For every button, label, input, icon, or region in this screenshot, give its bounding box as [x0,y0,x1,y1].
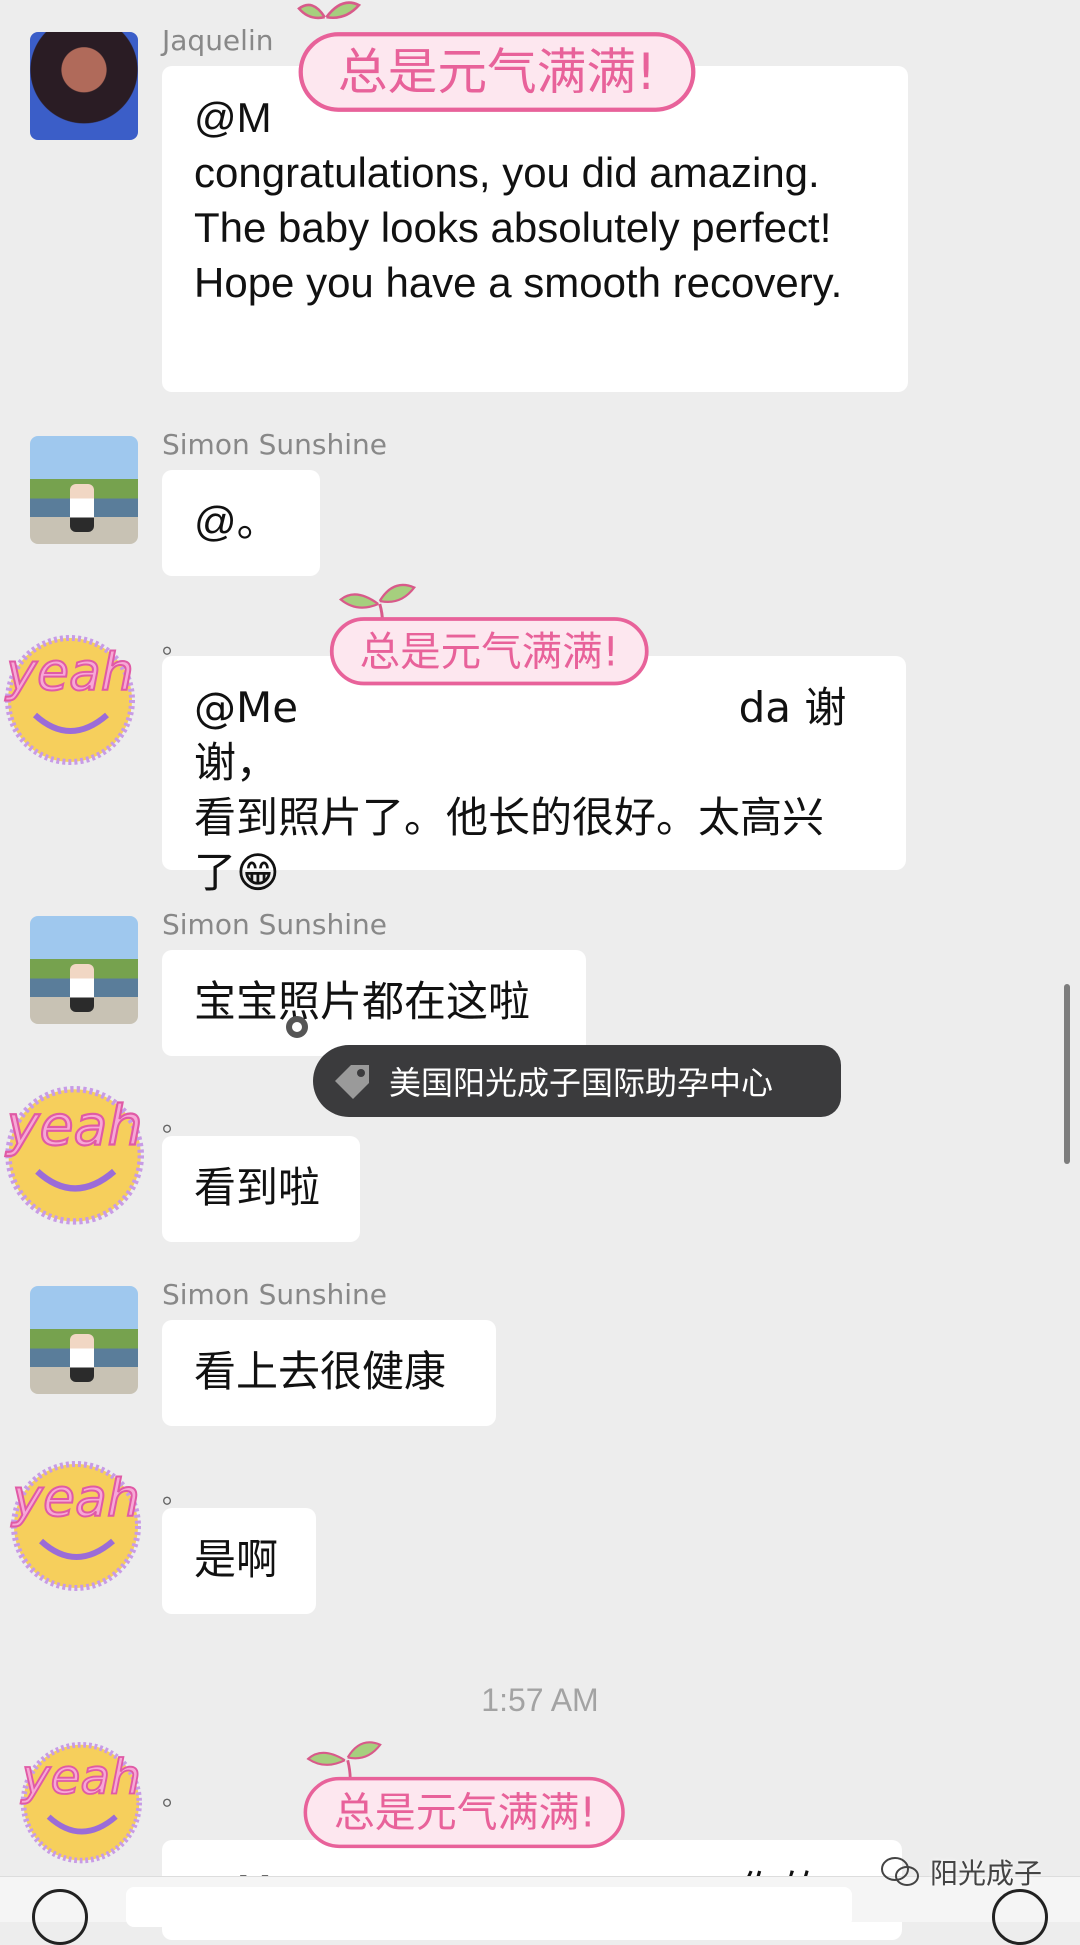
sticker-overlay: 总是元气满满! [297,1,696,112]
avatar-simon[interactable] [30,916,138,1024]
svg-text:总是元气满满!: 总是元气满满! [334,1789,596,1837]
svg-text:总是元气满满!: 总是元气满满! [338,43,656,101]
avatar-simon[interactable] [30,1286,138,1394]
avatar-simon[interactable] [30,436,138,544]
emoji-icon[interactable] [992,1889,1048,1945]
timestamp: 1:57 AM [481,1682,599,1718]
scrollbar[interactable] [1064,984,1070,1164]
watermark-label: 阳光成子 [929,1857,1042,1890]
yeah-smiley-sticker: yeah [19,1742,142,1864]
sender-name: 。 [162,1108,189,1138]
message-bubble[interactable]: 看上去很健康 [162,1320,496,1426]
message-bubble[interactable]: 看到啦 [162,1136,360,1242]
watermark: 阳光成子 [880,1852,1042,1892]
location-tag[interactable]: 美国阳光成子国际助孕中心 [313,1045,841,1117]
message-bubble[interactable]: 宝宝照片都在这啦 [162,950,586,1056]
sticker-overlay: 总是元气满满! [303,1741,625,1849]
tag-anchor-dot [286,1016,308,1038]
sender-name: Simon Sunshine [162,428,387,461]
wechat-logo-icon [880,1857,919,1886]
message-input[interactable] [126,1887,852,1927]
sticker-overlay: 总是元气满满! [329,583,649,686]
svg-text:yeah: yeah [10,1469,140,1529]
yeah-smiley-sticker: yeah [4,1086,144,1225]
svg-text:总是元气满满!: 总是元气满满! [360,628,619,676]
tag-label: 美国阳光成子国际助孕中心 [389,1064,774,1102]
tag-icon [335,1065,369,1099]
chat-area: Jaquelin @M congratulations, you did ama… [0,0,1080,1940]
voice-icon[interactable] [32,1889,88,1945]
yeah-smiley-sticker: yeah [9,1461,141,1591]
sender-name: Simon Sunshine [162,1278,387,1311]
avatar-jaquelin[interactable] [30,32,138,140]
yeah-smiley-sticker: yeah [3,635,135,765]
message-bubble[interactable]: @。 [162,470,320,576]
svg-text:yeah: yeah [5,1095,143,1159]
svg-text:yeah: yeah [4,643,134,703]
message-bubble[interactable]: 是啊 [162,1508,316,1614]
sender-name: Simon Sunshine [162,908,387,941]
svg-text:yeah: yeah [20,1749,141,1805]
sender-name: 。 [162,1782,189,1812]
sender-name: 。 [162,1480,189,1510]
sender-name: Jaquelin [162,24,274,57]
